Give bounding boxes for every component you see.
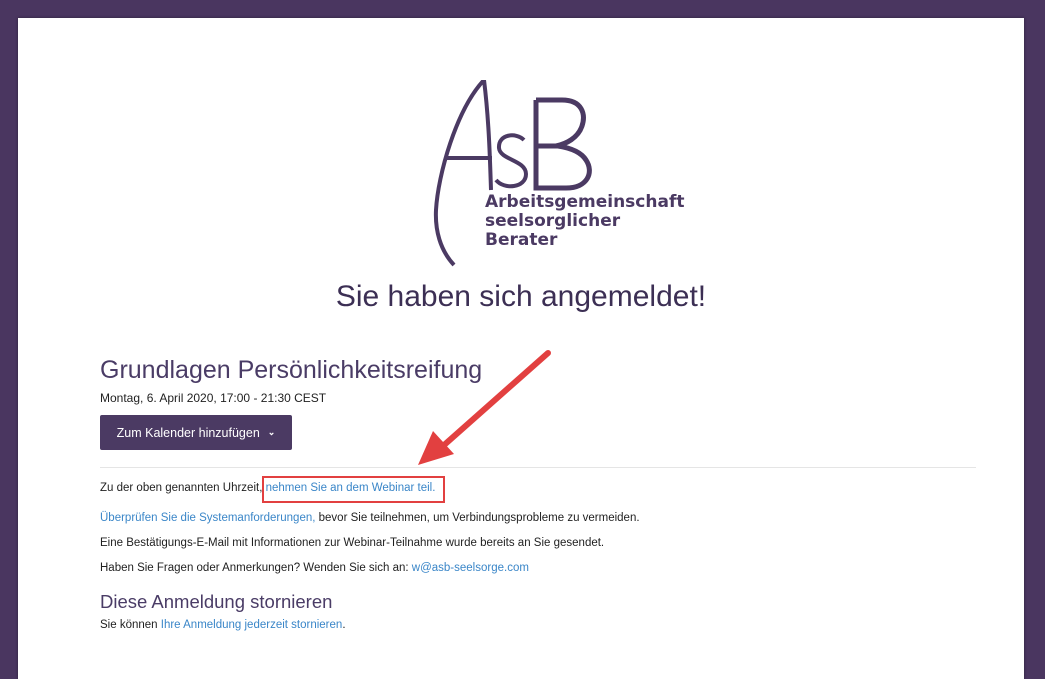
annotation-arrow-icon xyxy=(418,350,551,465)
registration-page: Arbeitsgemeinschaft seelsorglicher Berat… xyxy=(18,18,1024,679)
